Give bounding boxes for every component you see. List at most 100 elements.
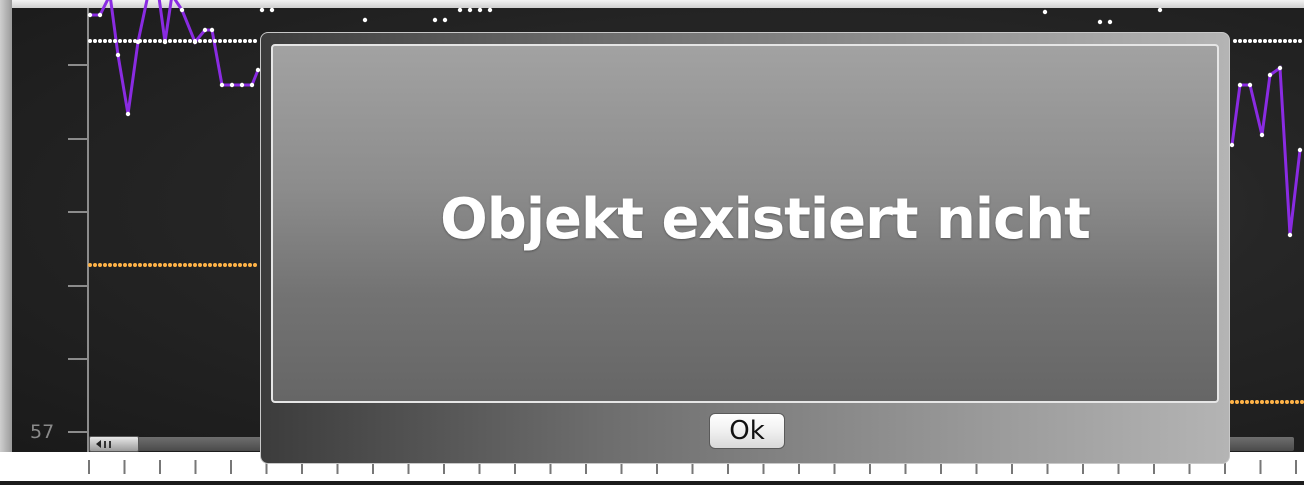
white-series-point	[253, 39, 257, 43]
purple-series-point	[1297, 147, 1303, 153]
orange-series-point	[143, 263, 147, 267]
white-series-point	[1293, 39, 1297, 43]
purple-series-point	[1267, 72, 1273, 78]
orange-series-point	[158, 263, 162, 267]
white-series-point	[113, 39, 117, 43]
orange-series-point	[1230, 400, 1234, 404]
white-series-point	[208, 39, 212, 43]
purple-series-point	[487, 7, 493, 13]
white-series-point	[88, 39, 92, 43]
white-series-point	[1263, 39, 1267, 43]
orange-series-point	[243, 263, 247, 267]
orange-series-point	[213, 263, 217, 267]
orange-series-point	[203, 263, 207, 267]
y-axis-tick-label: 57	[30, 421, 55, 443]
white-series-point	[218, 39, 222, 43]
orange-series-point	[138, 263, 142, 267]
purple-series-point	[1237, 82, 1243, 88]
orange-series-point	[1260, 400, 1264, 404]
orange-series-point	[1255, 400, 1259, 404]
orange-series-point	[1240, 400, 1244, 404]
orange-series-point	[228, 263, 232, 267]
white-series-point	[1248, 39, 1252, 43]
purple-series-point	[1107, 19, 1113, 25]
purple-series-point	[467, 7, 473, 13]
dialog-message-panel: Objekt existiert nicht	[271, 44, 1219, 403]
chart-window: 57 Objekt existiert nicht Ok	[0, 0, 1304, 481]
white-series-point	[193, 39, 197, 43]
purple-series-point	[179, 7, 185, 13]
purple-series-point	[249, 82, 255, 88]
purple-series-point	[87, 12, 93, 18]
purple-series-point	[1042, 9, 1048, 15]
white-series-point	[163, 39, 167, 43]
orange-series-point	[93, 263, 97, 267]
orange-series-point	[1300, 400, 1304, 404]
white-series-point	[168, 39, 172, 43]
orange-series-point	[113, 263, 117, 267]
white-series-point	[1253, 39, 1257, 43]
purple-series-point	[1157, 7, 1163, 13]
orange-series-point	[178, 263, 182, 267]
orange-series-point	[1295, 400, 1299, 404]
orange-series-point	[193, 263, 197, 267]
white-series-point	[1273, 39, 1277, 43]
orange-series-point	[108, 263, 112, 267]
purple-series-line	[90, 0, 260, 115]
white-series-point	[118, 39, 122, 43]
orange-series-point	[1275, 400, 1279, 404]
orange-series-point	[133, 263, 137, 267]
orange-series-point	[1250, 400, 1254, 404]
purple-series-point	[125, 111, 131, 117]
orange-series-point	[218, 263, 222, 267]
white-series-point	[178, 39, 182, 43]
white-series-point	[1233, 39, 1237, 43]
purple-series-point	[259, 7, 265, 13]
purple-series-point	[209, 27, 215, 33]
purple-series-point	[269, 7, 275, 13]
purple-series-point	[1287, 232, 1293, 238]
orange-series-point	[148, 263, 152, 267]
orange-series-point	[1270, 400, 1274, 404]
white-series-point	[1278, 39, 1282, 43]
white-series-point	[1258, 39, 1262, 43]
purple-series-point	[457, 7, 463, 13]
orange-series-point	[188, 263, 192, 267]
purple-series-point	[202, 27, 208, 33]
white-series-point	[128, 39, 132, 43]
orange-series-point	[1280, 400, 1284, 404]
white-series-point	[98, 39, 102, 43]
white-series-point	[138, 39, 142, 43]
orange-series-point	[88, 263, 92, 267]
orange-series-point	[118, 263, 122, 267]
orange-series-point	[1285, 400, 1289, 404]
white-series-point	[1298, 39, 1302, 43]
white-series-point	[153, 39, 157, 43]
purple-series-point	[442, 17, 448, 23]
purple-series-point	[115, 52, 121, 58]
white-series-point	[228, 39, 232, 43]
scrollbar-thumb[interactable]	[89, 436, 139, 452]
white-series-point	[108, 39, 112, 43]
ok-button[interactable]: Ok	[709, 413, 785, 449]
white-series-point	[103, 39, 107, 43]
orange-series-point	[223, 263, 227, 267]
orange-series-point	[1245, 400, 1249, 404]
purple-series-point	[362, 17, 368, 23]
orange-series-point	[238, 263, 242, 267]
white-series-point	[1283, 39, 1287, 43]
orange-series-point	[183, 263, 187, 267]
orange-series-point	[248, 263, 252, 267]
orange-series-point	[1265, 400, 1269, 404]
white-series-point	[243, 39, 247, 43]
white-series-point	[123, 39, 127, 43]
white-series-point	[238, 39, 242, 43]
white-series-point	[203, 39, 207, 43]
white-series-point	[158, 39, 162, 43]
white-series-point	[223, 39, 227, 43]
purple-series-point	[239, 82, 245, 88]
message-dialog: Objekt existiert nicht Ok	[260, 32, 1230, 464]
orange-series-point	[198, 263, 202, 267]
orange-series-point	[128, 263, 132, 267]
white-series-point	[143, 39, 147, 43]
